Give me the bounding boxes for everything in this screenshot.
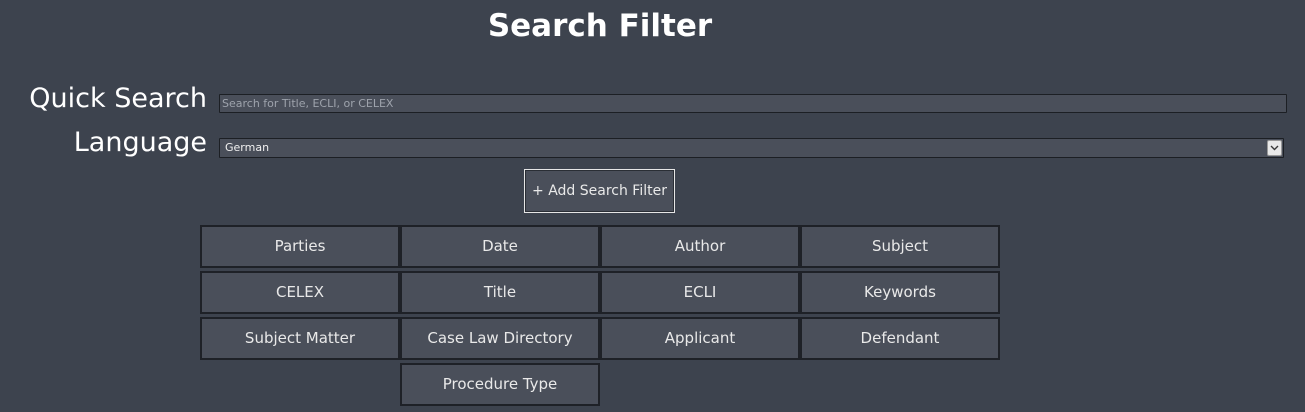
filter-button-subject[interactable]: Subject — [800, 225, 1000, 268]
language-label: Language — [73, 127, 207, 158]
page-title: Search Filter — [487, 8, 713, 44]
filter-button-ecli[interactable]: ECLI — [600, 271, 800, 314]
filter-button-procedure-type[interactable]: Procedure Type — [400, 363, 600, 406]
chevron-down-icon[interactable] — [1267, 140, 1282, 156]
language-select[interactable]: German — [219, 138, 1284, 158]
filter-button-author[interactable]: Author — [600, 225, 800, 268]
filter-button-keywords[interactable]: Keywords — [800, 271, 1000, 314]
quick-search-label: Quick Search — [29, 83, 207, 114]
filter-button-applicant[interactable]: Applicant — [600, 317, 800, 360]
filter-options-grid: Parties Date Author Subject CELEX Title … — [200, 225, 1000, 407]
filter-button-case-law-directory[interactable]: Case Law Directory — [400, 317, 600, 360]
add-search-filter-button[interactable]: + Add Search Filter — [524, 169, 675, 213]
filter-button-date[interactable]: Date — [400, 225, 600, 268]
filter-button-subject-matter[interactable]: Subject Matter — [200, 317, 400, 360]
filter-button-title[interactable]: Title — [400, 271, 600, 314]
chevron-down-glyph — [1270, 145, 1279, 151]
quick-search-input[interactable] — [219, 94, 1287, 113]
language-selected-value: German — [225, 141, 270, 154]
filter-button-parties[interactable]: Parties — [200, 225, 400, 268]
filter-button-defendant[interactable]: Defendant — [800, 317, 1000, 360]
filter-button-celex[interactable]: CELEX — [200, 271, 400, 314]
